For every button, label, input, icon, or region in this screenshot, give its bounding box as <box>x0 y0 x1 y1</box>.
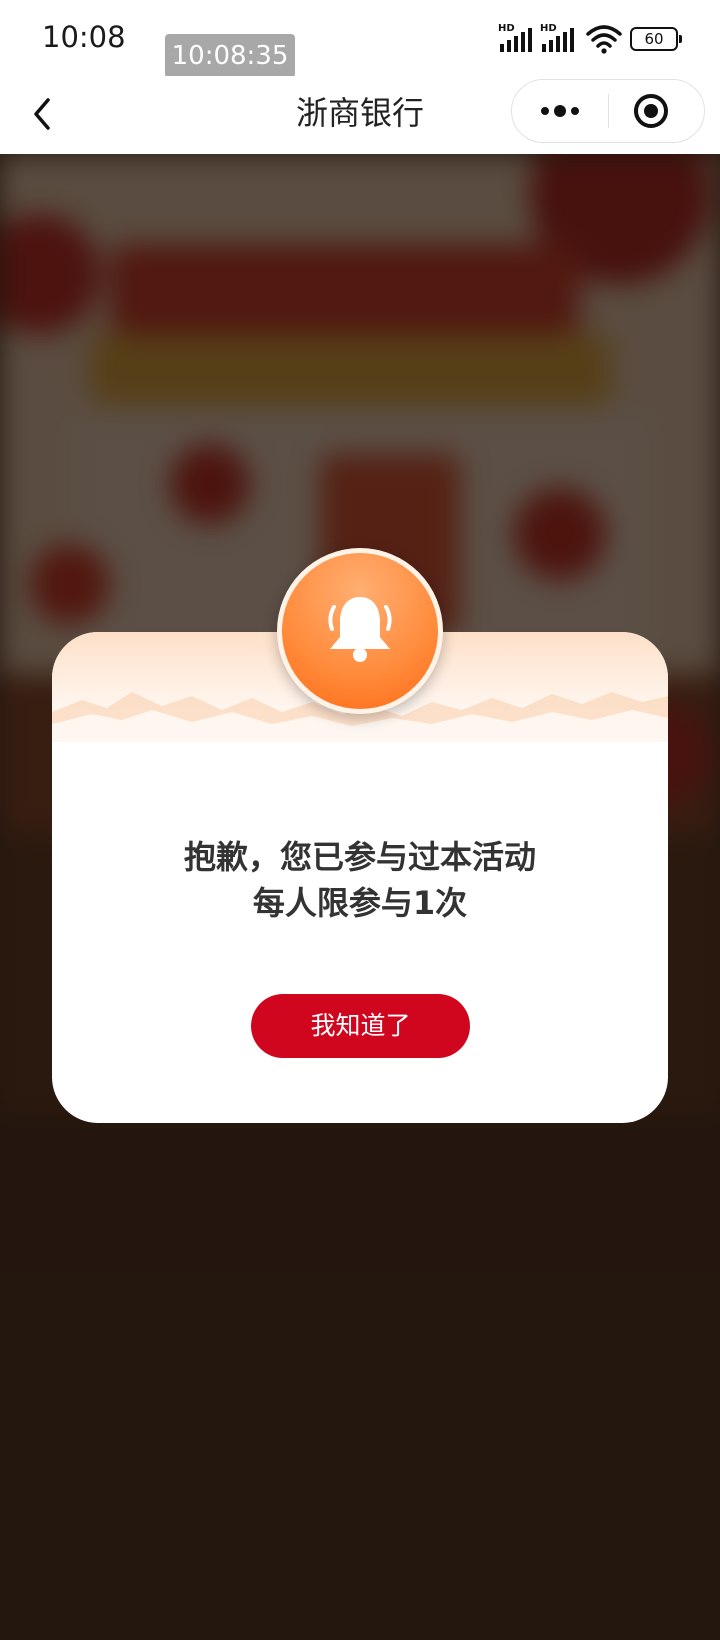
back-arrow-icon[interactable] <box>20 88 72 140</box>
wifi-icon <box>586 25 622 54</box>
mini-program-capsule <box>511 79 705 143</box>
status-time: 10:08 <box>42 20 126 54</box>
message-line-2: 每人限参与1次 <box>252 884 468 922</box>
screen: 10:08 HD HD 60 10:08:35 浙商银行 抱歉，您已参与过本活动… <box>0 0 720 1640</box>
status-icons: HD HD 60 <box>498 22 682 56</box>
message-line-1: 抱歉，您已参与过本活动 <box>183 838 536 876</box>
network-type-label: HD <box>498 23 515 34</box>
bell-icon <box>328 597 392 662</box>
nav-bar: 浙商银行 <box>0 76 720 154</box>
dialog-message: 抱歉，您已参与过本活动 每人限参与1次 <box>52 834 668 926</box>
signal-icon: HD <box>498 23 536 54</box>
network-type-label: HD <box>540 23 557 34</box>
page-title: 浙商银行 <box>295 94 424 132</box>
bell-badge <box>277 548 443 714</box>
status-bar: 10:08 HD HD 60 <box>0 0 720 76</box>
signal-icon: HD <box>540 23 578 54</box>
bell-badge-inner <box>282 553 438 709</box>
got-it-button[interactable]: 我知道了 <box>251 994 470 1058</box>
more-icon[interactable] <box>512 80 607 142</box>
battery-icon: 60 <box>630 27 682 51</box>
close-mini-program-icon[interactable] <box>609 80 704 142</box>
timestamp-overlay: 10:08:35 <box>165 34 295 78</box>
